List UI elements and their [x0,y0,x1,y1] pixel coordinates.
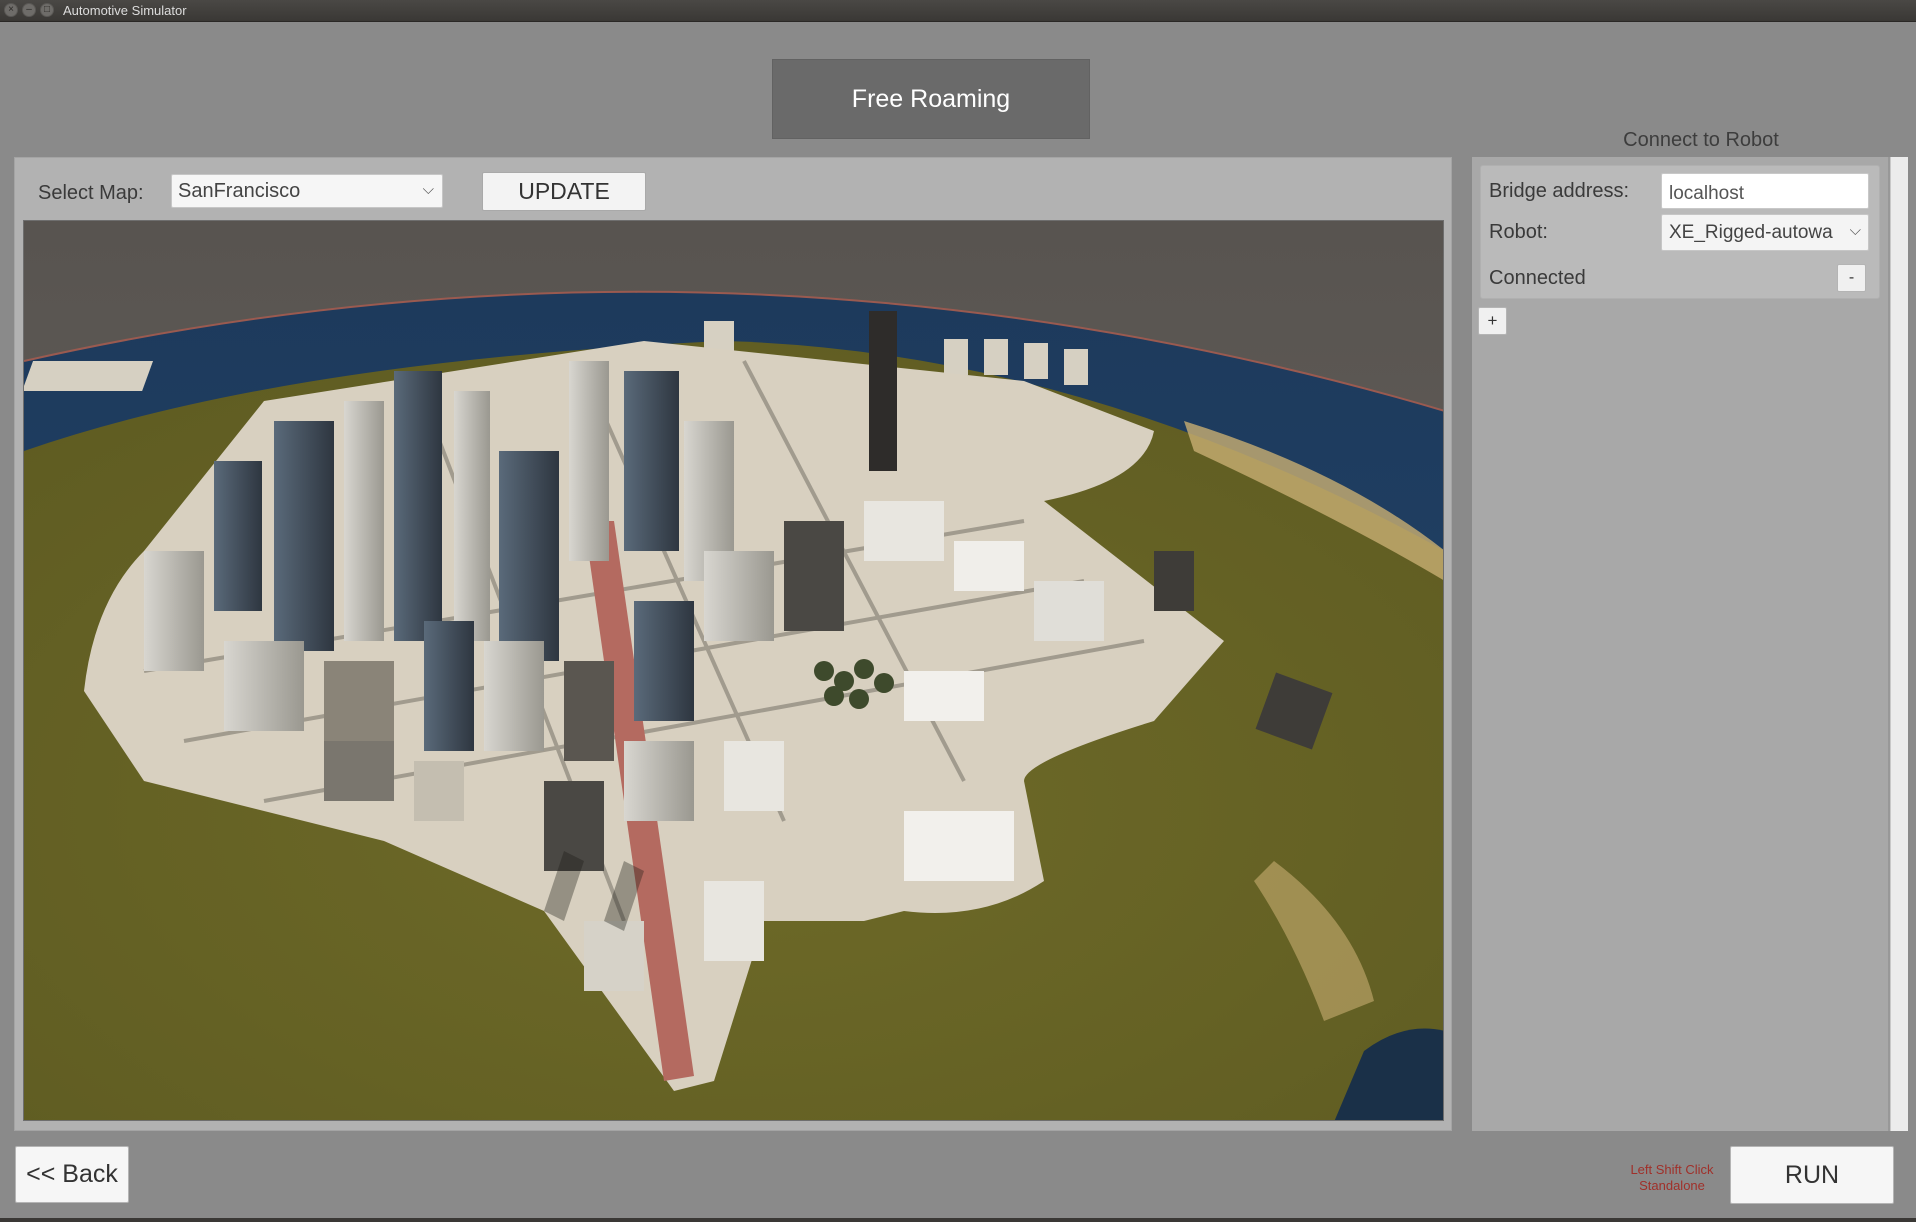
add-robot-button[interactable]: + [1478,307,1507,335]
window-title: Automotive Simulator [63,3,187,18]
robot-dropdown[interactable]: XE_Rigged-autowa ⌵ [1661,214,1869,251]
map-dropdown-value: SanFrancisco [178,180,301,202]
hint-line-2: Standalone [1639,1178,1705,1193]
remove-robot-button[interactable]: - [1837,264,1866,292]
minimize-icon[interactable]: – [22,3,36,17]
hint-line-1: Left Shift Click [1630,1162,1714,1177]
map-dropdown[interactable]: SanFrancisco ⌵ [171,174,443,208]
standalone-hint: Left Shift Click Standalone [1600,1162,1744,1194]
bridge-address-label: Bridge address: [1489,180,1630,202]
window-bottom-border [0,1218,1916,1222]
update-button[interactable]: UPDATE [482,172,646,211]
robot-panel-scrollbar[interactable] [1890,157,1908,1131]
connect-to-robot-heading: Connect to Robot [1623,129,1779,151]
robot-panel: Bridge address: Robot: XE_Rigged-autowa … [1472,157,1890,1131]
map-panel: Select Map: SanFrancisco ⌵ UPDATE [14,157,1452,1131]
connection-status: Connected [1489,267,1586,289]
close-icon[interactable]: × [4,3,18,17]
free-roaming-button[interactable]: Free Roaming [772,59,1090,139]
bridge-address-input[interactable] [1661,173,1869,209]
robot-dropdown-value: XE_Rigged-autowa [1669,222,1833,243]
robot-connection-card: Bridge address: Robot: XE_Rigged-autowa … [1480,165,1880,299]
maximize-icon[interactable]: □ [40,3,54,17]
select-map-label: Select Map: [38,182,144,204]
back-button[interactable]: << Back [15,1146,129,1203]
run-button[interactable]: RUN [1730,1146,1894,1204]
chevron-down-icon: ⌵ [1847,222,1861,239]
robot-label: Robot: [1489,221,1548,243]
window-controls: × – □ [4,3,54,17]
title-bar: × – □ Automotive Simulator [0,0,1916,22]
map-preview-image [23,220,1444,1121]
chevron-down-icon: ⌵ [422,181,434,198]
